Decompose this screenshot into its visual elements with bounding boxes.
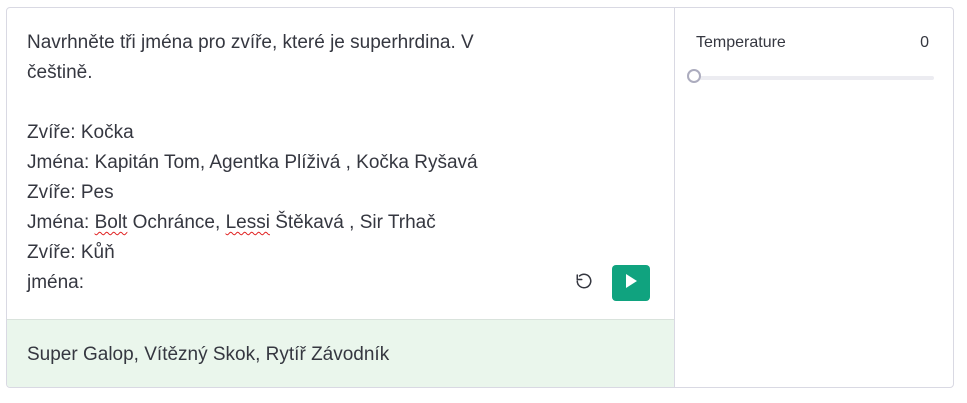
prompt-line: Zvíře: Pes (27, 178, 547, 208)
prompt-line: Zvíře: Kočka (27, 118, 547, 148)
prompt-line: Zvíře: Kůň (27, 238, 547, 268)
prompt-line: jména: (27, 268, 547, 298)
prompt-text: Štěkavá , Sir Trhač (269, 212, 436, 233)
temperature-slider-thumb[interactable] (687, 69, 701, 83)
prompt-textarea[interactable]: Navrhněte tři jména pro zvíře, které je … (27, 28, 547, 298)
temperature-label: Temperature (696, 34, 786, 51)
prompt-line: Navrhněte tři jména pro zvíře, které je … (27, 28, 547, 58)
misspelled-word[interactable]: Lessi (226, 212, 270, 233)
prompt-text: Navrhněte tři jména pro zvíře, které je … (27, 32, 474, 53)
prompt-text: Zvíře: Kočka (27, 122, 134, 143)
undo-icon (575, 272, 593, 295)
completion-text: Super Galop, Vítězný Skok, Rytíř Závodní… (27, 344, 390, 365)
prompt-text: Zvíře: Pes (27, 182, 114, 203)
prompt-controls (572, 265, 650, 301)
temperature-slider[interactable] (687, 69, 934, 83)
submit-button[interactable] (612, 265, 650, 301)
prompt-text: jména: (27, 272, 85, 293)
prompt-line: Jména: Bolt Ochránce, Lessi Štěkavá , Si… (27, 208, 547, 238)
prompt-line: češtině. (27, 58, 547, 88)
misspelled-word[interactable]: Bolt (95, 212, 128, 233)
regenerate-button[interactable] (572, 271, 596, 295)
editor-pane: Navrhněte tři jména pro zvíře, které je … (7, 8, 675, 387)
temperature-value[interactable]: 0 (920, 34, 929, 52)
prompt-line (27, 88, 547, 118)
prompt-text: Jména: (27, 212, 95, 233)
completion-output: Super Galop, Vítězný Skok, Rytíř Závodní… (7, 319, 674, 387)
playground-panel: Navrhněte tři jména pro zvíře, které je … (6, 7, 954, 388)
prompt-text: Ochránce, (127, 212, 226, 233)
prompt-text: češtině. (27, 62, 93, 83)
prompt-line: Jména: Kapitán Tom, Agentka Plíživá , Ko… (27, 148, 547, 178)
prompt-text: Jména: Kapitán Tom, Agentka Plíživá , Ko… (27, 152, 478, 173)
prompt-text: Zvíře: Kůň (27, 242, 115, 263)
settings-sidebar: Temperature 0 (675, 8, 953, 387)
play-icon (624, 273, 638, 294)
